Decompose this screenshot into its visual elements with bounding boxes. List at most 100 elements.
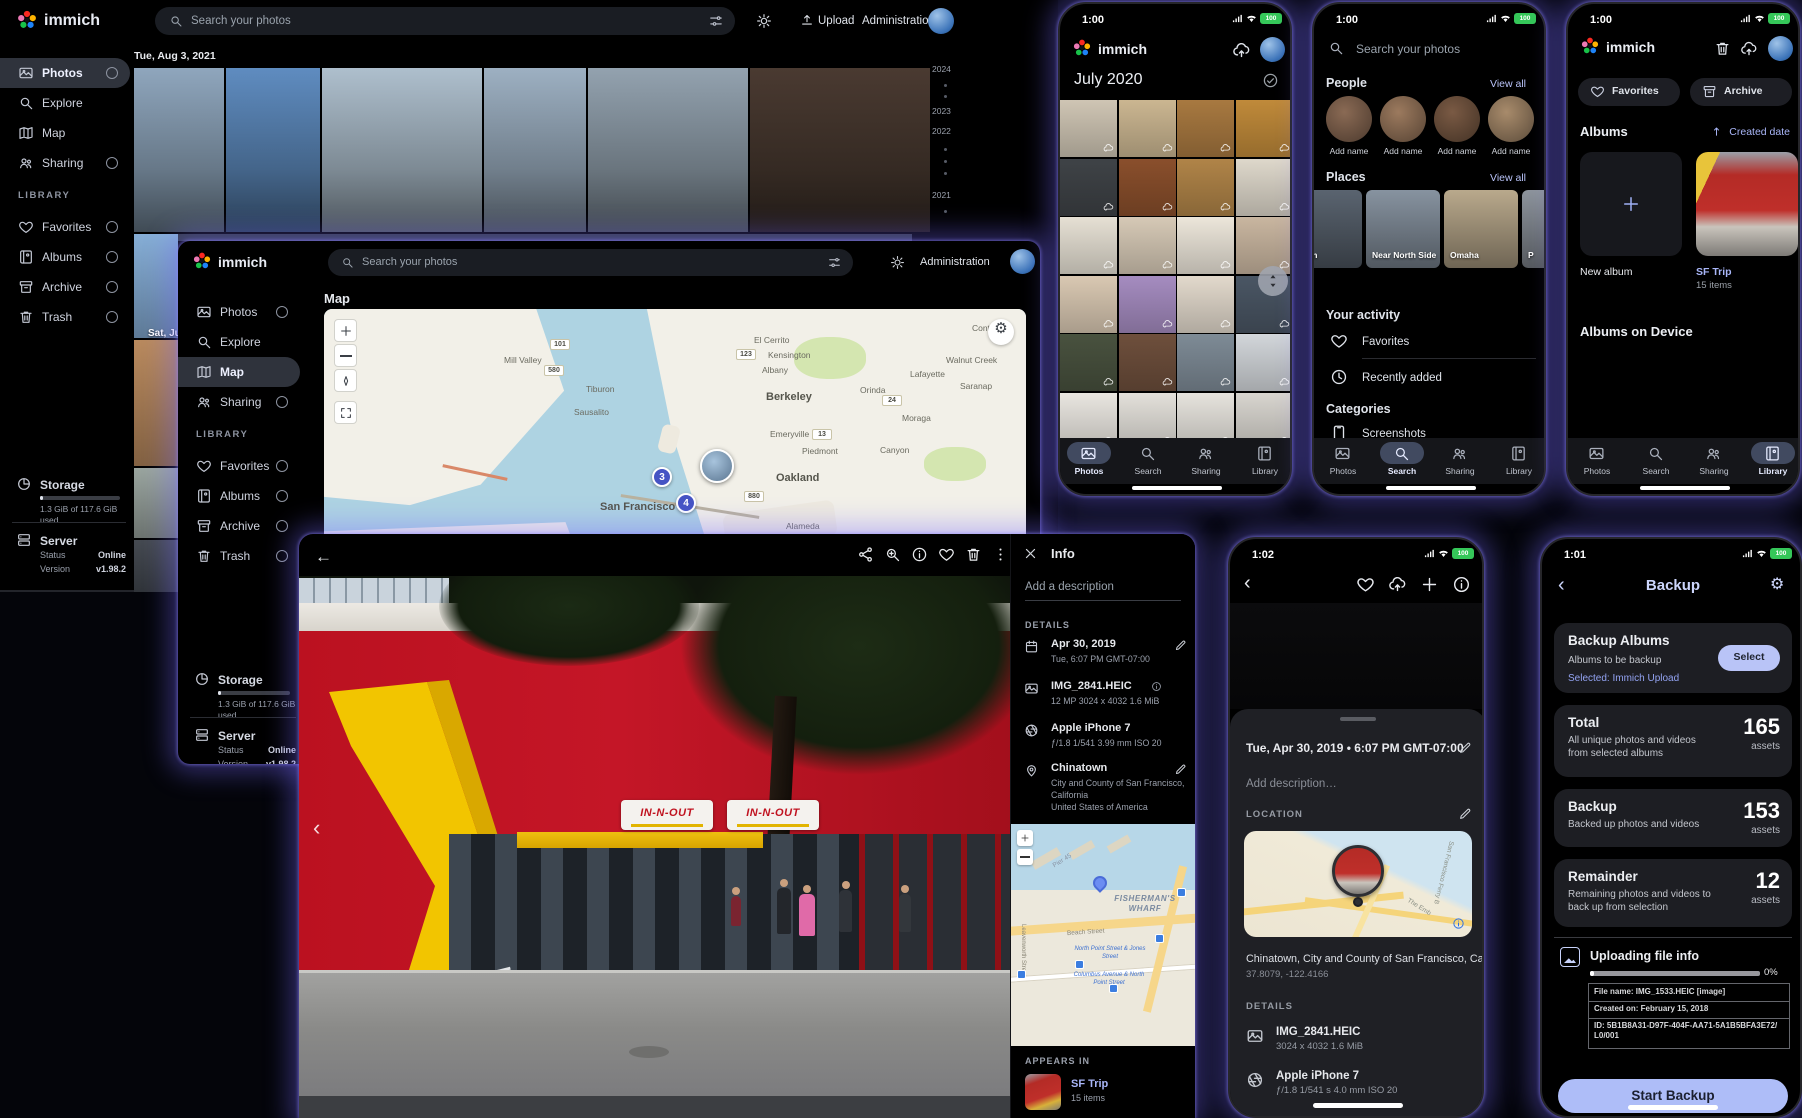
album-title[interactable]: SF Trip bbox=[1696, 266, 1786, 278]
photo-thumb[interactable] bbox=[1060, 100, 1117, 157]
home-indicator[interactable] bbox=[1628, 1105, 1718, 1110]
photo-thumb[interactable] bbox=[750, 68, 930, 232]
trash-icon[interactable] bbox=[1714, 40, 1731, 57]
recently-added-item[interactable]: Recently added bbox=[1362, 371, 1482, 385]
photo-thumb[interactable] bbox=[1177, 276, 1234, 333]
photo-thumb[interactable] bbox=[134, 68, 224, 232]
sidebar-item-explore[interactable]: Explore bbox=[178, 327, 300, 357]
photo-thumb[interactable] bbox=[1119, 217, 1176, 274]
search-bar[interactable]: Search your photos bbox=[328, 249, 853, 276]
chip-archive[interactable]: Archive bbox=[1690, 78, 1792, 106]
photo-thumb[interactable] bbox=[134, 234, 178, 338]
photos-icon[interactable] bbox=[1588, 445, 1605, 462]
plus-icon[interactable] bbox=[1420, 575, 1439, 594]
sidebar-item-favorites[interactable]: Favorites bbox=[0, 212, 130, 242]
photo-thumb[interactable] bbox=[1236, 217, 1293, 274]
photo-thumb[interactable] bbox=[1236, 159, 1293, 216]
timeline-year[interactable]: 2024 bbox=[932, 64, 966, 75]
search-input[interactable]: Search your photos bbox=[1356, 42, 1516, 56]
sidebar-item-photos[interactable]: Photos bbox=[178, 297, 300, 327]
heart-icon[interactable] bbox=[1330, 332, 1348, 350]
timeline-scrubber[interactable] bbox=[1258, 266, 1288, 296]
photo-thumb[interactable] bbox=[226, 68, 320, 232]
previous-photo-icon[interactable]: ‹ bbox=[313, 814, 331, 844]
photo-thumb[interactable] bbox=[1177, 159, 1234, 216]
sort-created-date[interactable]: Created date bbox=[1726, 126, 1790, 139]
photo-thumb[interactable] bbox=[1119, 159, 1176, 216]
infoc-icon[interactable] bbox=[911, 546, 928, 563]
place-thumb[interactable]: Omaha bbox=[1444, 190, 1518, 268]
pencil-icon[interactable] bbox=[1458, 741, 1472, 755]
sidebar-item-map[interactable]: Map bbox=[0, 118, 130, 148]
cloudup-icon[interactable] bbox=[1232, 41, 1251, 60]
user-avatar[interactable] bbox=[1768, 36, 1793, 61]
pencil-icon[interactable] bbox=[1458, 807, 1472, 821]
photo-thumb[interactable] bbox=[1119, 334, 1176, 391]
kebab-icon[interactable] bbox=[992, 546, 1009, 563]
pencil-icon[interactable] bbox=[1174, 639, 1187, 652]
photo-thumb[interactable] bbox=[1177, 334, 1234, 391]
sidebar-item-trash[interactable]: Trash bbox=[178, 541, 300, 571]
sidebar-item-favorites[interactable]: Favorites bbox=[178, 451, 300, 481]
album-icon[interactable] bbox=[1764, 445, 1781, 462]
photo-thumb[interactable] bbox=[588, 68, 748, 232]
map-zoom-bearing-button[interactable] bbox=[334, 369, 357, 392]
search-icon[interactable] bbox=[1647, 445, 1664, 462]
tab-photos[interactable]: Photos bbox=[1061, 466, 1117, 477]
people-icon[interactable] bbox=[1705, 445, 1722, 462]
tab-sharing[interactable]: Sharing bbox=[1686, 466, 1742, 477]
info-map[interactable]: Pier 45FISHERMAN'S WHARFBeach StreetNort… bbox=[1011, 824, 1195, 1046]
place-thumb[interactable]: Near North Side bbox=[1366, 190, 1440, 268]
add-name-label[interactable]: Add name bbox=[1430, 146, 1484, 157]
user-avatar[interactable] bbox=[1010, 249, 1035, 274]
tab-library[interactable]: Library bbox=[1491, 466, 1546, 477]
photo-thumb[interactable] bbox=[1119, 393, 1176, 439]
gear-icon[interactable]: ⚙ bbox=[1770, 575, 1790, 595]
sidebar-item-map[interactable]: Map bbox=[178, 357, 300, 387]
photo-thumb[interactable] bbox=[484, 68, 586, 232]
tab-photos[interactable]: Photos bbox=[1315, 466, 1371, 477]
clock-icon[interactable] bbox=[1330, 368, 1348, 386]
album-thumb-sf-trip[interactable] bbox=[1696, 152, 1798, 256]
sidebar-item-sharing[interactable]: Sharing bbox=[0, 148, 130, 178]
photo-thumb[interactable] bbox=[1236, 393, 1293, 439]
favorites-item[interactable]: Favorites bbox=[1362, 335, 1462, 349]
photos-icon[interactable] bbox=[1334, 445, 1351, 462]
person-face[interactable] bbox=[1380, 96, 1426, 142]
tune-icon[interactable] bbox=[828, 256, 841, 269]
upload-icon[interactable] bbox=[800, 13, 814, 27]
people-icon[interactable] bbox=[1197, 445, 1214, 462]
timeline-year[interactable]: 2023 bbox=[932, 106, 966, 117]
photo-thumb[interactable] bbox=[134, 540, 178, 592]
home-indicator[interactable] bbox=[1386, 486, 1476, 490]
timeline-year[interactable]: 2021 bbox=[932, 190, 966, 201]
photo-thumb[interactable] bbox=[1177, 217, 1234, 274]
view-all-link[interactable]: View all bbox=[1490, 78, 1538, 90]
share-icon[interactable] bbox=[857, 546, 874, 563]
infoc-icon[interactable] bbox=[1452, 917, 1465, 930]
heart-icon[interactable] bbox=[1356, 575, 1375, 594]
photo-thumb[interactable] bbox=[1060, 334, 1117, 391]
sun-icon[interactable] bbox=[756, 13, 772, 29]
photo-thumb[interactable] bbox=[1060, 159, 1117, 216]
tab-photos[interactable]: Photos bbox=[1569, 466, 1625, 477]
map-photo-marker[interactable] bbox=[700, 449, 734, 483]
sidebar-item-photos[interactable]: Photos bbox=[0, 58, 130, 88]
photo-thumb[interactable] bbox=[134, 340, 178, 466]
back-icon[interactable]: ← bbox=[315, 546, 335, 564]
tab-library[interactable]: Library bbox=[1237, 466, 1292, 477]
photo-thumb[interactable] bbox=[1060, 276, 1117, 333]
upload-button[interactable]: Upload bbox=[818, 14, 868, 28]
map-settings-button[interactable]: ⚙ bbox=[988, 319, 1014, 345]
album-title[interactable]: SF Trip bbox=[1071, 1078, 1151, 1091]
photo-thumb[interactable] bbox=[1177, 100, 1234, 157]
photo-thumb[interactable] bbox=[134, 468, 178, 538]
location-map[interactable]: San Francisco Ferry BThe Emb bbox=[1244, 831, 1472, 937]
map-photo-marker[interactable] bbox=[1332, 845, 1384, 897]
new-album-tile[interactable] bbox=[1580, 152, 1682, 256]
photo-thumb[interactable] bbox=[134, 234, 912, 241]
place-thumb[interactable]: P bbox=[1522, 190, 1546, 268]
tab-search[interactable]: Search bbox=[1628, 466, 1684, 477]
cloudup-icon[interactable] bbox=[1388, 575, 1407, 594]
map-cluster-marker[interactable]: 3 bbox=[652, 467, 672, 487]
